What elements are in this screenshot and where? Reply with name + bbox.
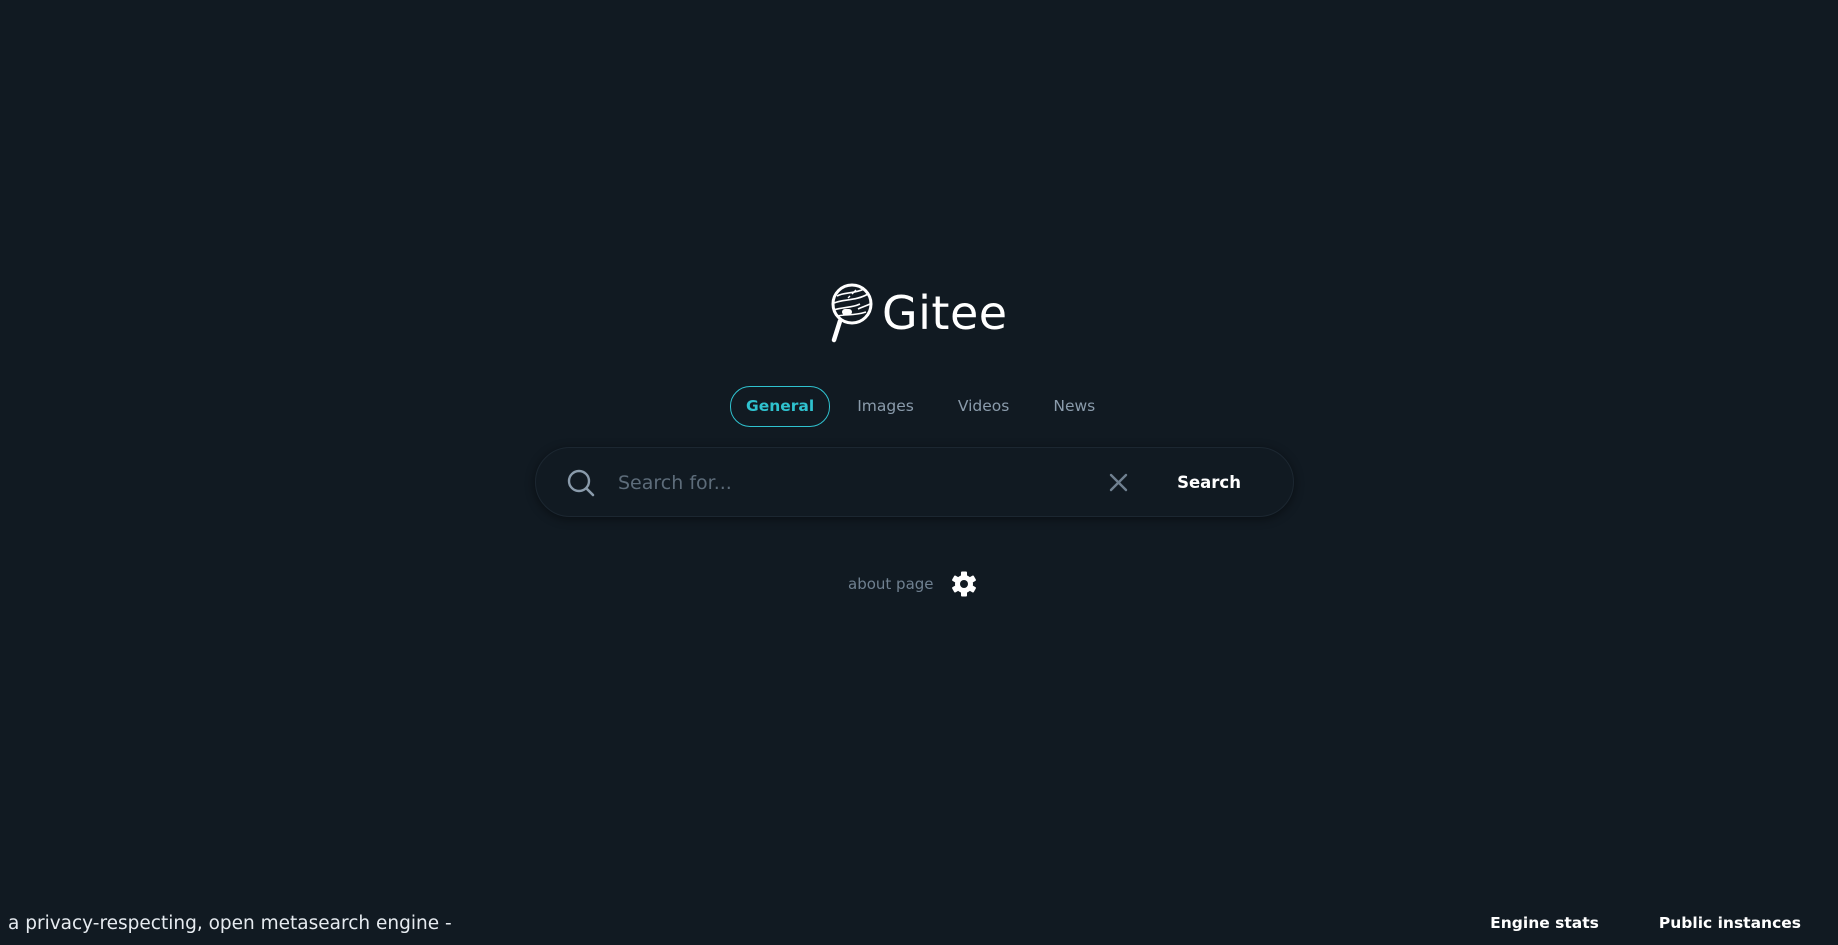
tab-videos[interactable]: Videos [941, 386, 1027, 427]
tab-news[interactable]: News [1036, 386, 1112, 427]
footer-tagline: a privacy-respecting, open metasearch en… [8, 913, 452, 934]
magnifier-globe-icon [831, 283, 873, 343]
brand-logo[interactable]: Gitee [828, 280, 1008, 346]
gear-icon[interactable] [951, 571, 977, 597]
public-instances-link[interactable]: Public instances [1659, 914, 1801, 932]
search-input[interactable] [616, 462, 1100, 504]
about-row: about page [848, 571, 977, 597]
search-bar: Search [535, 447, 1294, 517]
tab-images[interactable]: Images [840, 386, 931, 427]
search-icon[interactable] [567, 469, 595, 497]
close-icon[interactable] [1108, 472, 1129, 493]
brand-name: Gitee [882, 286, 1008, 340]
footer-links: Engine stats Public instances [1430, 914, 1801, 932]
category-tabs: General Images Videos News [730, 386, 1122, 427]
search-button[interactable]: Search [1154, 461, 1264, 503]
search-home-page: Gitee General Images Videos News Search … [0, 0, 1838, 945]
engine-stats-link[interactable]: Engine stats [1490, 914, 1599, 932]
tab-general[interactable]: General [730, 386, 831, 427]
about-page-link[interactable]: about page [848, 575, 934, 593]
